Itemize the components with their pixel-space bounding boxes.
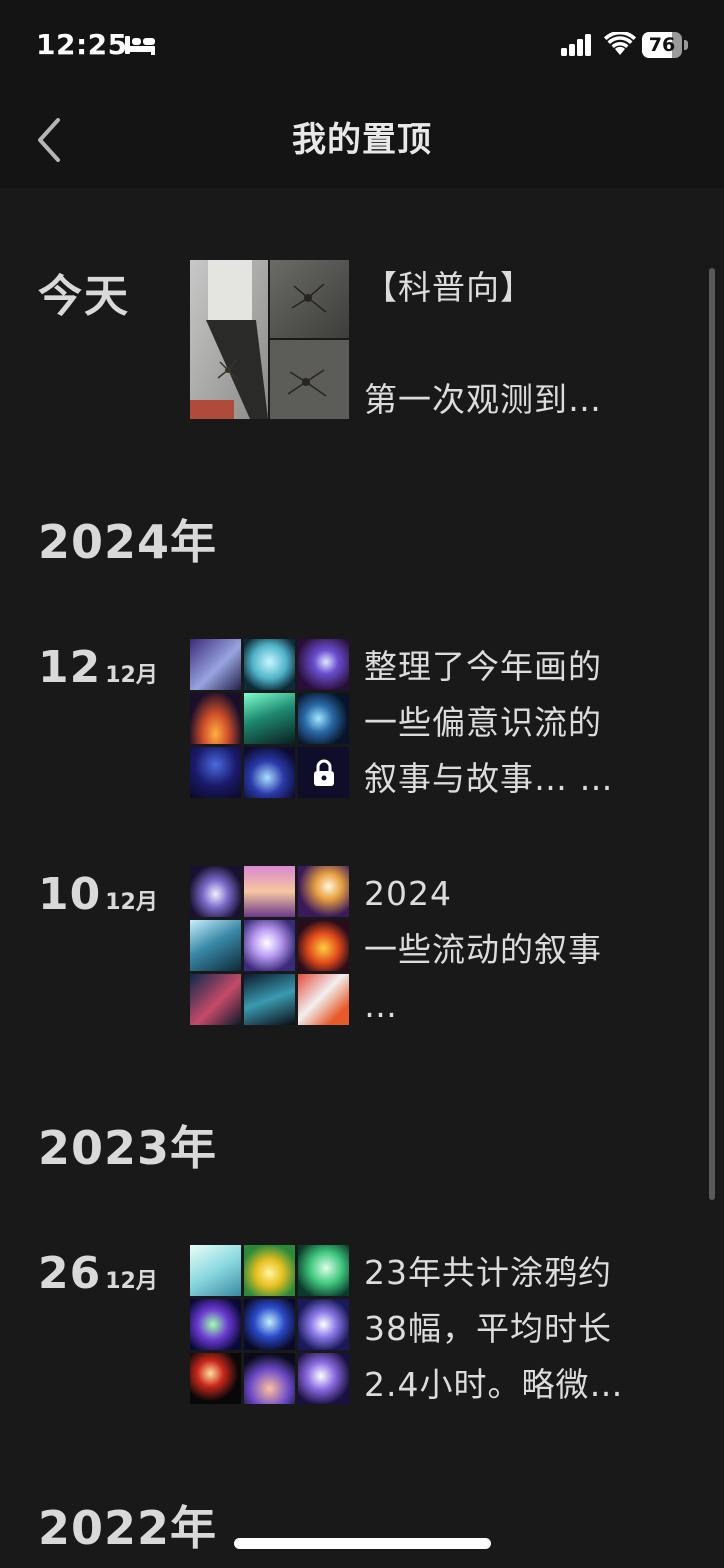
post-line: 2024 xyxy=(364,874,452,913)
post-line: … xyxy=(364,986,398,1025)
thumbnail xyxy=(298,1299,349,1350)
thumbnail xyxy=(244,1245,295,1296)
date-day: 10 xyxy=(38,869,102,920)
post-line: 第一次观测到… xyxy=(364,380,602,419)
post-thumbnail xyxy=(190,260,349,419)
pinned-post[interactable]: 整理了今年画的 一些偏意识流的 叙事与故事… … xyxy=(190,639,670,799)
thumbnail xyxy=(190,639,241,690)
status-time: 12:25 xyxy=(36,28,128,61)
date-day: 26 xyxy=(38,1248,102,1299)
post-thumbnail-grid xyxy=(190,639,349,798)
scrollbar[interactable] xyxy=(709,268,715,1200)
post-text: 整理了今年画的 一些偏意识流的 叙事与故事… … xyxy=(364,639,664,807)
post-date: 12 12月 xyxy=(38,642,158,693)
thumbnail xyxy=(244,639,295,690)
post-line: 叙事与故事… … xyxy=(364,759,614,798)
pinned-post-today[interactable]: 【科普向】 第一次观测到… xyxy=(190,260,670,420)
post-line: 一些偏意识流的 xyxy=(364,703,602,742)
thumbnail xyxy=(244,866,295,917)
thumbnail xyxy=(190,1353,241,1404)
screen: 12:25 76 我的置顶 今天 【科普向】 第一次观测到… 2024年 12 … xyxy=(0,0,724,1568)
post-line: 整理了今年画的 xyxy=(364,647,602,686)
thumbnail-locked xyxy=(298,747,349,798)
date-day: 12 xyxy=(38,642,102,693)
thumbnail xyxy=(298,1353,349,1404)
date-month: 12月 xyxy=(105,1269,158,1294)
post-text: 2024 一些流动的叙事 … xyxy=(364,866,664,1034)
thumbnail xyxy=(298,1245,349,1296)
thumbnail xyxy=(190,693,241,744)
battery-icon: 76 xyxy=(642,32,688,58)
thumbnail xyxy=(190,920,241,971)
page-title: 我的置顶 xyxy=(292,120,432,160)
thumbnail xyxy=(244,920,295,971)
post-text: 23年共计涂鸦约 38幅，平均时长 2.4小时。略微… xyxy=(364,1245,664,1413)
post-text: 【科普向】 第一次观测到… xyxy=(364,260,664,428)
bed-icon xyxy=(125,36,155,55)
thumbnail xyxy=(244,1299,295,1350)
home-indicator[interactable] xyxy=(234,1538,491,1549)
year-heading-2022: 2022年 xyxy=(38,1501,218,1555)
wifi-icon xyxy=(604,32,636,55)
nav-bar: 我的置顶 xyxy=(0,92,724,188)
post-date: 26 12月 xyxy=(38,1248,158,1299)
thumbnail xyxy=(190,1245,241,1296)
pinned-list[interactable]: 今天 【科普向】 第一次观测到… 2024年 12 12月 整理了今年画的 一些… xyxy=(0,188,724,1568)
year-heading-2023: 2023年 xyxy=(38,1121,218,1175)
chevron-left-icon xyxy=(38,118,60,162)
thumbnail xyxy=(298,866,349,917)
post-line: 38幅，平均时长 xyxy=(364,1309,612,1348)
year-heading-2024: 2024年 xyxy=(38,515,218,569)
post-line xyxy=(364,316,664,372)
thumbnail xyxy=(190,974,241,1025)
post-date: 10 12月 xyxy=(38,869,158,920)
today-label: 今天 xyxy=(38,271,130,322)
post-line: 23年共计涂鸦约 xyxy=(364,1253,612,1292)
thumbnail xyxy=(298,639,349,690)
pinned-post[interactable]: 2024 一些流动的叙事 … xyxy=(190,866,670,1026)
thumbnail xyxy=(244,747,295,798)
thumbnail xyxy=(244,1353,295,1404)
date-month: 12月 xyxy=(105,663,158,688)
pinned-post[interactable]: 23年共计涂鸦约 38幅，平均时长 2.4小时。略微… xyxy=(190,1245,670,1405)
lock-icon xyxy=(313,759,334,786)
post-thumbnail-grid xyxy=(190,1245,349,1404)
post-line: 一些流动的叙事 xyxy=(364,930,602,969)
post-line: 2.4小时。略微… xyxy=(364,1365,624,1404)
thumbnail xyxy=(244,974,295,1025)
battery-percent: 76 xyxy=(648,34,676,56)
back-button[interactable] xyxy=(28,112,76,168)
post-line: 【科普向】 xyxy=(364,268,534,307)
status-bar: 12:25 76 xyxy=(0,0,724,92)
thumbnail xyxy=(190,747,241,798)
thumbnail xyxy=(244,693,295,744)
date-month: 12月 xyxy=(105,890,158,915)
thumbnail xyxy=(298,974,349,1025)
thumbnail xyxy=(298,693,349,744)
thumbnail xyxy=(190,866,241,917)
signal-icon xyxy=(561,34,591,56)
thumbnail xyxy=(298,920,349,971)
post-thumbnail-grid xyxy=(190,866,349,1025)
thumbnail xyxy=(190,1299,241,1350)
